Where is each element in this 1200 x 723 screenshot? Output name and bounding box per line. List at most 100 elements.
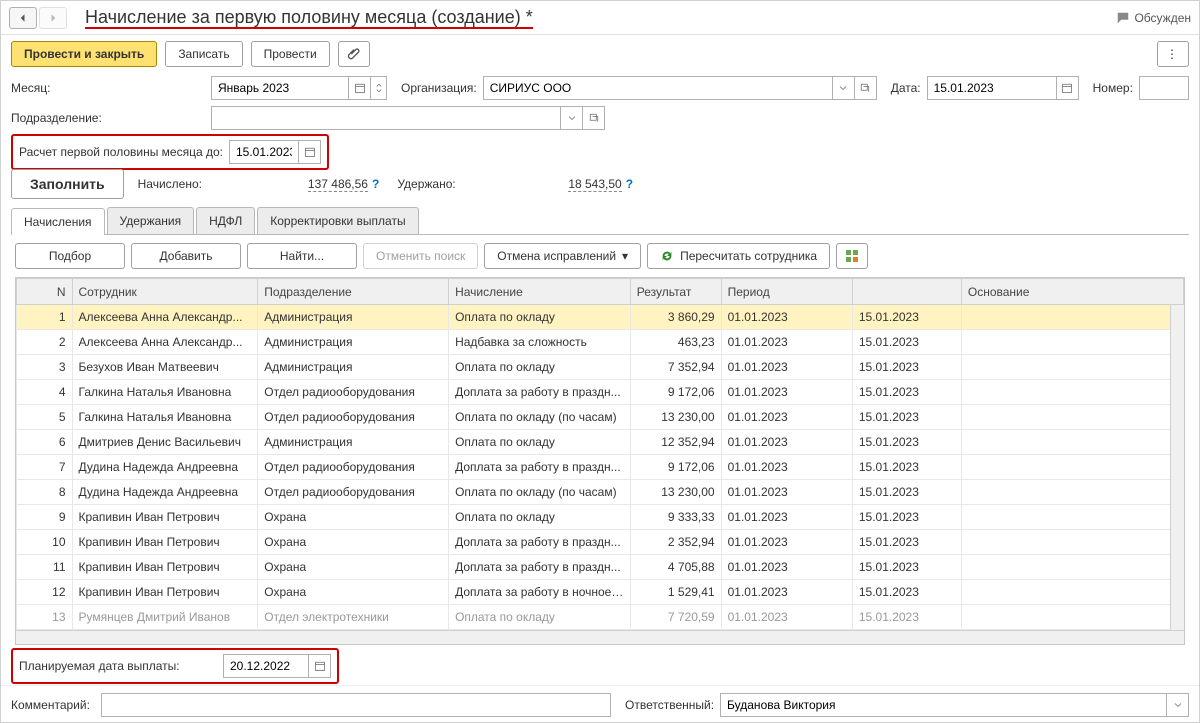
cancel-fix-button[interactable]: Отмена исправлений▾ xyxy=(484,243,641,269)
table-row[interactable]: 6Дмитриев Денис ВасильевичАдминистрацияО… xyxy=(17,430,1184,455)
fill-button[interactable]: Заполнить xyxy=(11,169,124,199)
cell-n: 6 xyxy=(17,430,73,455)
org-input[interactable] xyxy=(488,80,828,96)
table-row[interactable]: 3Безухов Иван МатвеевичАдминистрацияОпла… xyxy=(17,355,1184,380)
cell-base xyxy=(961,480,1183,505)
cell-department: Администрация xyxy=(258,355,449,380)
table-row[interactable]: 12Крапивин Иван ПетровичОхранаДоплата за… xyxy=(17,580,1184,605)
post-button[interactable]: Провести xyxy=(251,41,330,67)
month-calendar-button[interactable] xyxy=(349,76,371,100)
calc-until-input[interactable] xyxy=(234,144,294,160)
table-header-row: N Сотрудник Подразделение Начисление Рез… xyxy=(17,279,1184,305)
responsible-dropdown-button[interactable] xyxy=(1167,693,1189,717)
cell-period-to: 15.01.2023 xyxy=(852,555,961,580)
number-input[interactable] xyxy=(1144,80,1184,96)
table-row[interactable]: 7Дудина Надежда АндреевнаОтдел радиообор… xyxy=(17,455,1184,480)
find-button[interactable]: Найти... xyxy=(247,243,357,269)
settings-button[interactable] xyxy=(836,243,868,269)
cell-period-from: 01.01.2023 xyxy=(721,555,852,580)
save-button[interactable]: Записать xyxy=(165,41,242,67)
cell-period-from: 01.01.2023 xyxy=(721,380,852,405)
table-row[interactable]: 8Дудина Надежда АндреевнаОтдел радиообор… xyxy=(17,480,1184,505)
calc-until-label: Расчет первой половины месяца до: xyxy=(19,145,223,159)
nav-forward-button[interactable] xyxy=(39,7,67,29)
table-row[interactable]: 13Румянцев Дмитрий ИвановОтдел электроте… xyxy=(17,605,1184,630)
cell-accrual: Оплата по окладу xyxy=(449,430,631,455)
cell-accrual: Оплата по окладу xyxy=(449,605,631,630)
cell-n: 3 xyxy=(17,355,73,380)
cell-department: Охрана xyxy=(258,505,449,530)
withheld-help-icon[interactable]: ? xyxy=(626,177,633,191)
col-header-base[interactable]: Основание xyxy=(961,279,1183,305)
tab-accruals[interactable]: Начисления xyxy=(11,208,105,235)
tab-ndfl[interactable]: НДФЛ xyxy=(196,207,255,234)
planned-date-input[interactable] xyxy=(228,658,304,674)
cell-employee: Дмитриев Денис Васильевич xyxy=(72,430,258,455)
post-and-close-button[interactable]: Провести и закрыть xyxy=(11,41,157,67)
add-button[interactable]: Добавить xyxy=(131,243,241,269)
cell-result: 9 172,06 xyxy=(630,380,721,405)
cell-employee: Галкина Наталья Ивановна xyxy=(72,405,258,430)
cell-n: 13 xyxy=(17,605,73,630)
org-dropdown-button[interactable] xyxy=(833,76,855,100)
table-row[interactable]: 2Алексеева Анна Александр...Администраци… xyxy=(17,330,1184,355)
month-spinner[interactable] xyxy=(371,76,387,100)
table-row[interactable]: 9Крапивин Иван ПетровичОхранаОплата по о… xyxy=(17,505,1184,530)
col-header-period[interactable]: Период xyxy=(721,279,852,305)
col-header-period2[interactable] xyxy=(852,279,961,305)
cell-period-from: 01.01.2023 xyxy=(721,530,852,555)
dept-input[interactable] xyxy=(216,110,556,126)
table-row[interactable]: 1Алексеева Анна Александр...Администраци… xyxy=(17,305,1184,330)
date-input[interactable] xyxy=(932,80,1052,96)
tab-withholdings[interactable]: Удержания xyxy=(107,207,195,234)
pick-button[interactable]: Подбор xyxy=(15,243,125,269)
planned-date-calendar-button[interactable] xyxy=(309,654,331,678)
cancel-search-button[interactable]: Отменить поиск xyxy=(363,243,478,269)
cell-n: 10 xyxy=(17,530,73,555)
table-scrollbar-vertical[interactable] xyxy=(1170,305,1184,630)
table-row[interactable]: 11Крапивин Иван ПетровичОхранаДоплата за… xyxy=(17,555,1184,580)
date-calendar-button[interactable] xyxy=(1057,76,1079,100)
cell-n: 7 xyxy=(17,455,73,480)
col-header-employee[interactable]: Сотрудник xyxy=(72,279,258,305)
dept-dropdown-button[interactable] xyxy=(561,106,583,130)
col-header-result[interactable]: Результат xyxy=(630,279,721,305)
cell-period-to: 15.01.2023 xyxy=(852,505,961,530)
cell-period-to: 15.01.2023 xyxy=(852,330,961,355)
cell-employee: Галкина Наталья Ивановна xyxy=(72,380,258,405)
cell-base xyxy=(961,330,1183,355)
cell-n: 4 xyxy=(17,380,73,405)
cell-accrual: Оплата по окладу (по часам) xyxy=(449,405,631,430)
table-scrollbar-horizontal[interactable] xyxy=(16,630,1184,644)
cell-period-from: 01.01.2023 xyxy=(721,355,852,380)
cell-n: 5 xyxy=(17,405,73,430)
more-button[interactable]: ⋮ xyxy=(1157,41,1189,67)
table-row[interactable]: 10Крапивин Иван ПетровичОхранаДоплата за… xyxy=(17,530,1184,555)
discuss-link[interactable]: Обсужден xyxy=(1116,11,1191,25)
recalc-button[interactable]: Пересчитать сотрудника xyxy=(647,243,830,269)
table-row[interactable]: 5Галкина Наталья ИвановнаОтдел радиообор… xyxy=(17,405,1184,430)
dept-open-button[interactable] xyxy=(583,106,605,130)
accrued-help-icon[interactable]: ? xyxy=(372,177,379,191)
cell-department: Администрация xyxy=(258,330,449,355)
calc-until-calendar-button[interactable] xyxy=(299,140,321,164)
cell-base xyxy=(961,455,1183,480)
nav-back-button[interactable] xyxy=(9,7,37,29)
org-open-button[interactable] xyxy=(855,76,877,100)
table-row[interactable]: 4Галкина Наталья ИвановнаОтдел радиообор… xyxy=(17,380,1184,405)
attach-button[interactable] xyxy=(338,41,370,67)
month-input[interactable] xyxy=(216,80,344,96)
cell-n: 8 xyxy=(17,480,73,505)
tab-corrections[interactable]: Корректировки выплаты xyxy=(257,207,418,234)
responsible-input[interactable] xyxy=(725,697,1162,713)
cell-employee: Крапивин Иван Петрович xyxy=(72,555,258,580)
comment-input[interactable] xyxy=(106,697,606,713)
cell-n: 1 xyxy=(17,305,73,330)
col-header-department[interactable]: Подразделение xyxy=(258,279,449,305)
col-header-n[interactable]: N xyxy=(17,279,73,305)
col-header-accrual[interactable]: Начисление xyxy=(449,279,631,305)
cell-period-from: 01.01.2023 xyxy=(721,405,852,430)
cell-accrual: Доплата за работу в праздн... xyxy=(449,455,631,480)
cell-period-to: 15.01.2023 xyxy=(852,455,961,480)
cell-department: Администрация xyxy=(258,430,449,455)
